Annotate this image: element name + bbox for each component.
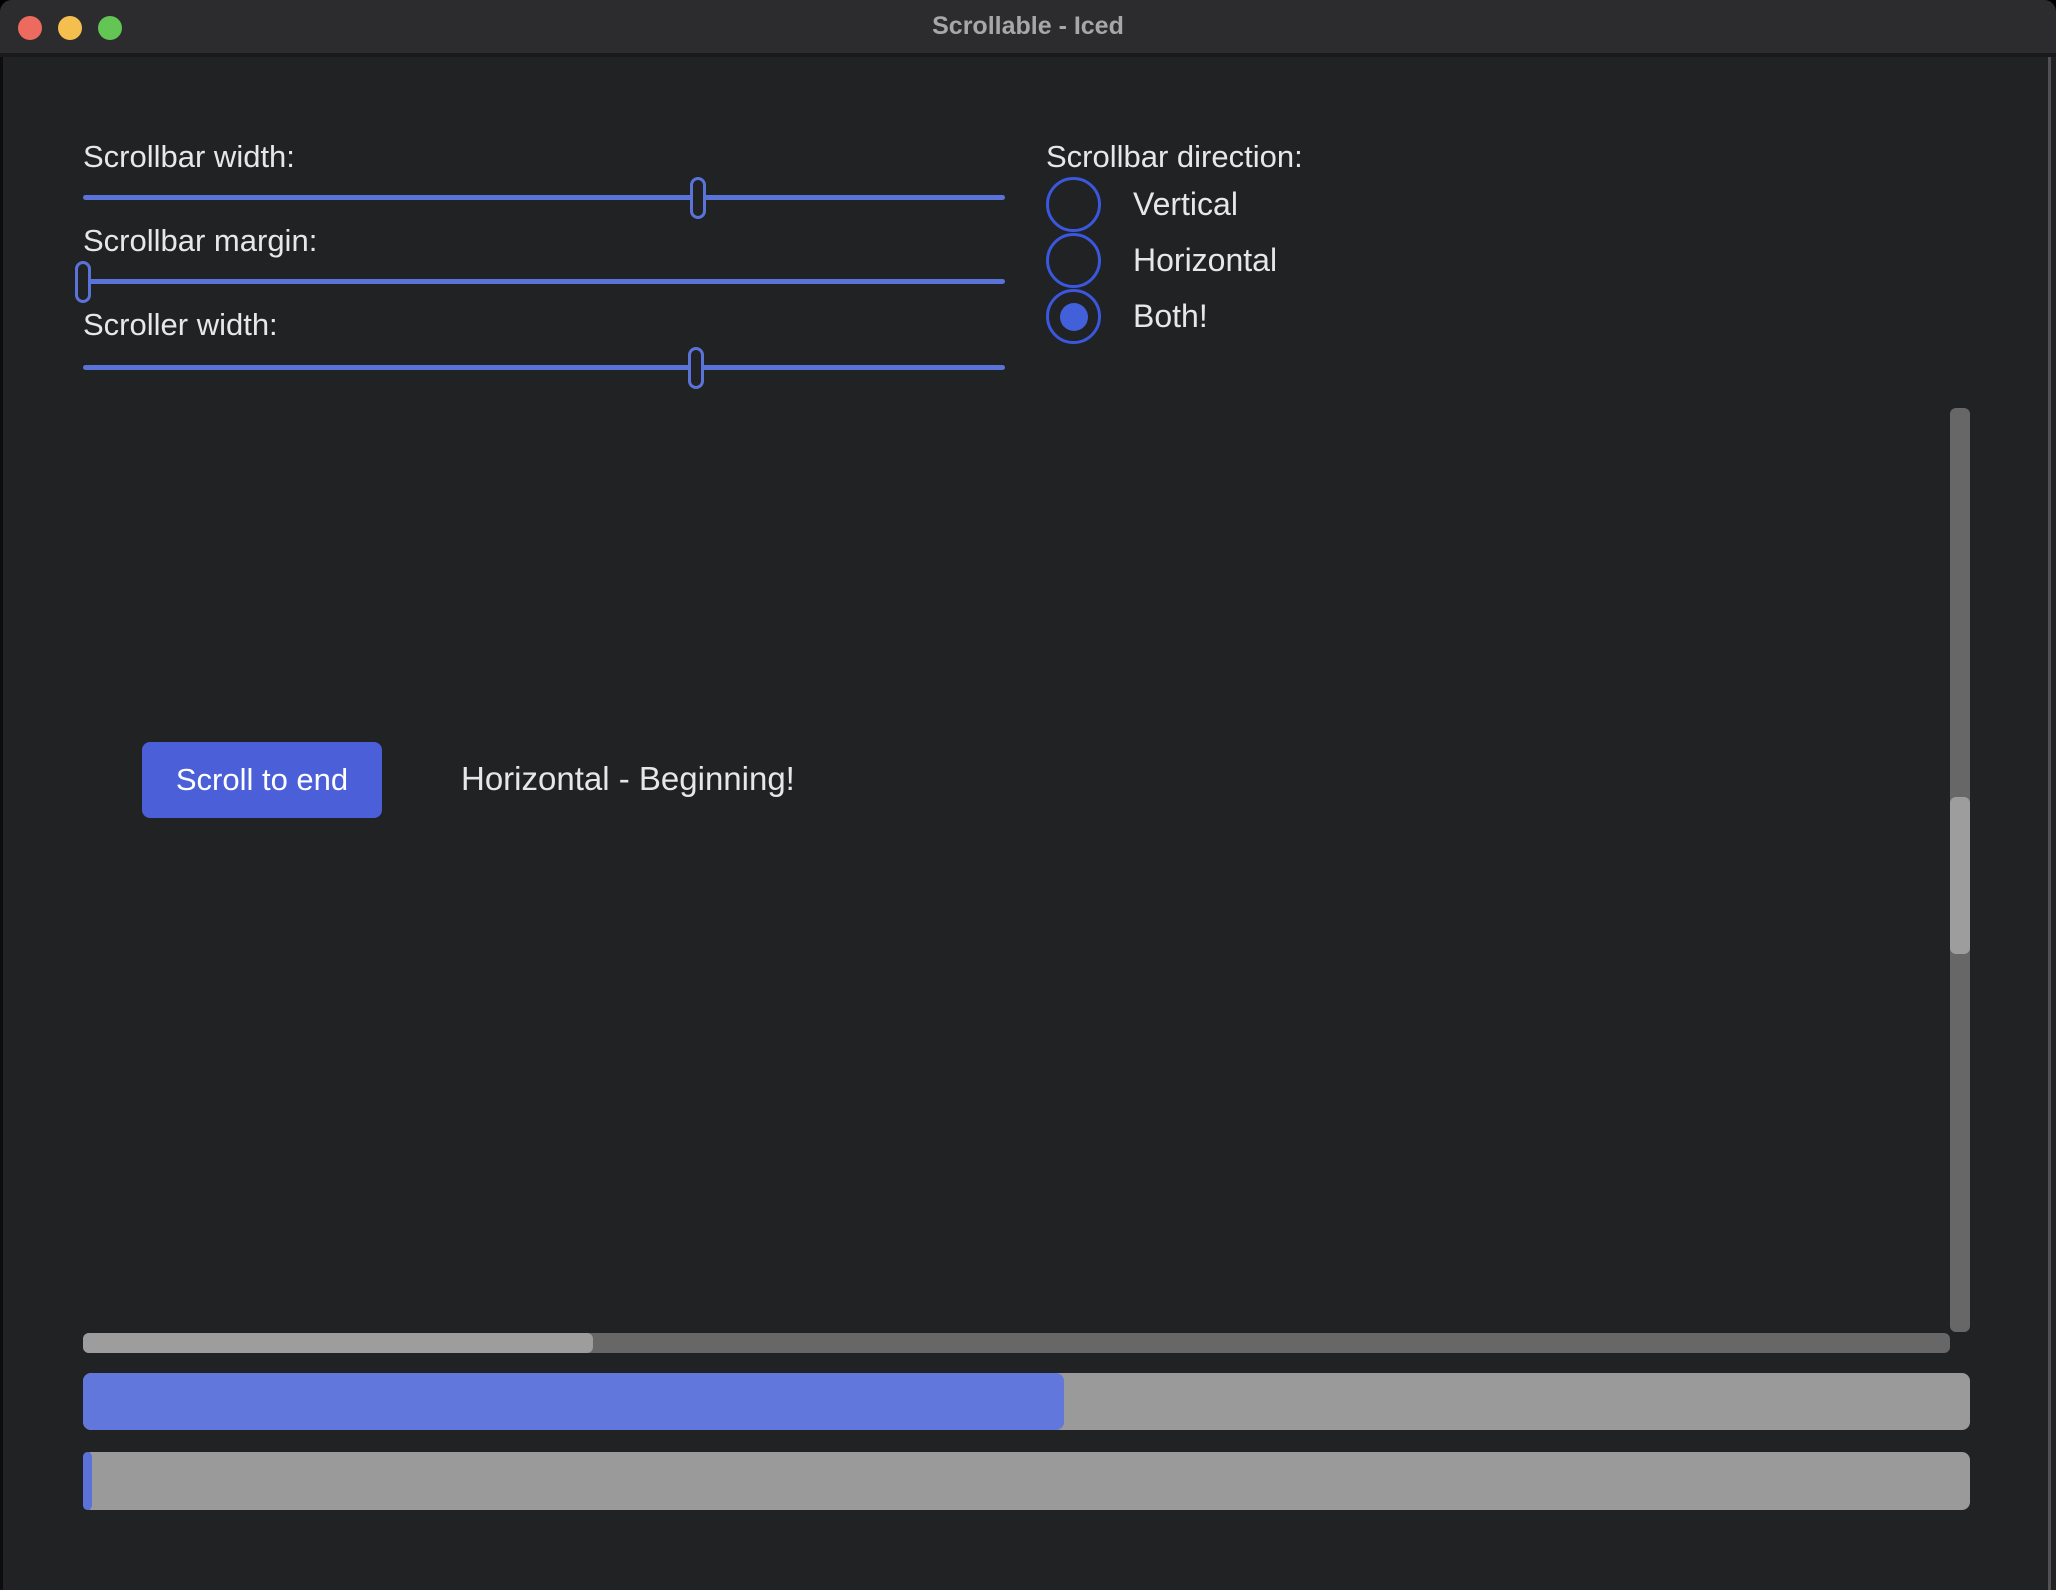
horizontal-progress-bar <box>83 1373 1970 1430</box>
radio-label: Both! <box>1133 298 1208 335</box>
slider-thumb[interactable] <box>75 261 91 303</box>
horizontal-scrollbar-thumb[interactable] <box>83 1333 593 1353</box>
slider-track <box>83 279 1005 284</box>
window-title: Scrollable - Iced <box>0 0 2056 53</box>
scrollbar-width-label: Scrollbar width: <box>83 138 295 176</box>
scroller-width-label: Scroller width: <box>83 306 278 344</box>
scroll-status-text: Horizontal - Beginning! <box>461 760 795 798</box>
radio-option-horizontal[interactable]: Horizontal <box>1046 233 1277 288</box>
progress-fill <box>83 1373 1064 1430</box>
radio-icon <box>1046 233 1101 288</box>
vertical-scrollbar-thumb[interactable] <box>1950 797 1970 954</box>
slider-thumb[interactable] <box>688 347 704 389</box>
radio-label: Vertical <box>1133 186 1238 223</box>
radio-label: Horizontal <box>1133 242 1277 279</box>
slider-thumb[interactable] <box>690 177 706 219</box>
radio-option-vertical[interactable]: Vertical <box>1046 177 1238 232</box>
radio-dot-icon <box>1060 303 1088 331</box>
slider-track <box>83 195 1005 200</box>
scrollbar-margin-slider[interactable] <box>83 261 1005 303</box>
scrollbar-width-slider[interactable] <box>83 177 1005 219</box>
vertical-scrollbar[interactable] <box>1950 408 1970 1332</box>
app-window: Scrollable - Iced Scrollbar width: Scrol… <box>0 0 2056 1590</box>
window-left-edge <box>0 57 3 1590</box>
scroller-width-slider[interactable] <box>83 347 1005 389</box>
scroll-to-end-button[interactable]: Scroll to end <box>142 742 382 818</box>
scrollbar-margin-label: Scrollbar margin: <box>83 222 317 260</box>
radio-option-both[interactable]: Both! <box>1046 289 1208 344</box>
radio-icon <box>1046 289 1101 344</box>
slider-track <box>83 365 1005 370</box>
progress-fill <box>83 1452 92 1510</box>
radio-icon <box>1046 177 1101 232</box>
scrollbar-direction-label: Scrollbar direction: <box>1046 138 1303 176</box>
window-right-edge <box>2048 57 2051 1590</box>
horizontal-scrollbar[interactable] <box>83 1333 1950 1353</box>
titlebar[interactable]: Scrollable - Iced <box>0 0 2056 57</box>
screen: Scrollable - Iced Scrollbar width: Scrol… <box>0 0 2056 1590</box>
vertical-progress-bar <box>83 1452 1970 1510</box>
